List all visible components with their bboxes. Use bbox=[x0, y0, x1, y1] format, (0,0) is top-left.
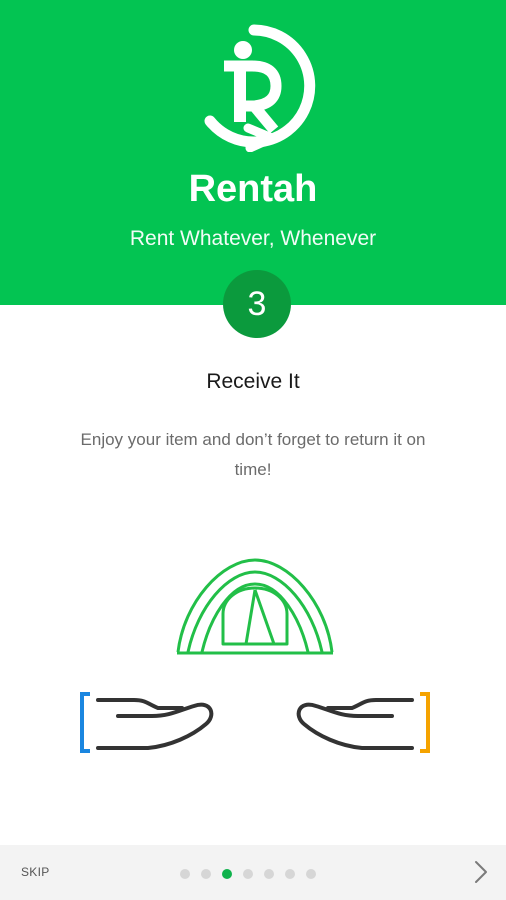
rentah-logo-icon bbox=[204, 24, 316, 152]
header-banner: Rentah Rent Whatever, Whenever bbox=[0, 0, 506, 305]
app-name: Rentah bbox=[188, 168, 318, 210]
step-title: Receive It bbox=[206, 370, 300, 393]
skip-button[interactable]: SKIP bbox=[21, 864, 50, 880]
page-dot[interactable] bbox=[306, 869, 316, 879]
left-hand-icon bbox=[96, 698, 214, 750]
chevron-right-icon[interactable] bbox=[470, 859, 492, 885]
receive-item-illustration bbox=[80, 558, 430, 753]
page-dot[interactable] bbox=[264, 869, 274, 879]
page-dot[interactable] bbox=[285, 869, 295, 879]
right-hand-icon bbox=[296, 698, 414, 750]
page-dot[interactable] bbox=[180, 869, 190, 879]
step-description: Enjoy your item and don’t forget to retu… bbox=[80, 430, 426, 479]
page-dot[interactable] bbox=[201, 869, 211, 879]
page-indicator bbox=[180, 869, 316, 881]
page-dot[interactable] bbox=[243, 869, 253, 879]
page-dot-active[interactable] bbox=[222, 869, 232, 879]
tagline: Rent Whatever, Whenever bbox=[129, 227, 377, 250]
left-bracket-icon bbox=[80, 692, 90, 753]
tent-icon bbox=[176, 558, 334, 655]
right-bracket-icon bbox=[420, 692, 430, 753]
step-number-badge: 3 bbox=[223, 270, 291, 338]
footer-bar: SKIP bbox=[0, 845, 506, 900]
